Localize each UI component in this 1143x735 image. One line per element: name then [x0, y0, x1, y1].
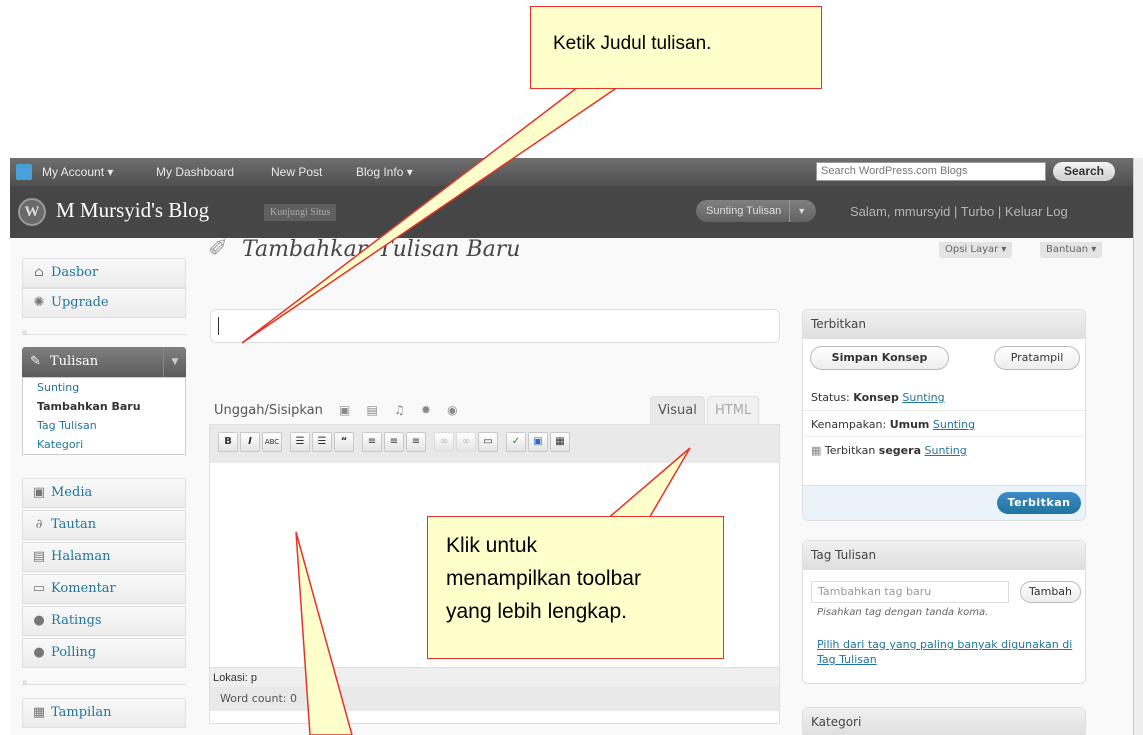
body-callout-pointer: [295, 531, 353, 735]
toolbar-hint-callout: Klik untuk menampilkan toolbar yang lebi…: [427, 516, 724, 659]
toolbar-hint-line-2: menampilkan toolbar: [446, 567, 641, 590]
toolbar-hint-text: Klik untuk menampilkan toolbar yang lebi…: [446, 529, 641, 628]
toolbar-callout-pointer: [603, 447, 691, 521]
title-hint-text: Ketik Judul tulisan.: [553, 33, 712, 54]
toolbar-hint-line-3: yang lebih lengkap.: [446, 600, 627, 623]
toolbar-hint-line-1: Klik untuk: [446, 534, 538, 557]
title-callout-pointer: [241, 86, 621, 344]
title-hint-callout: Ketik Judul tulisan.: [530, 6, 822, 89]
